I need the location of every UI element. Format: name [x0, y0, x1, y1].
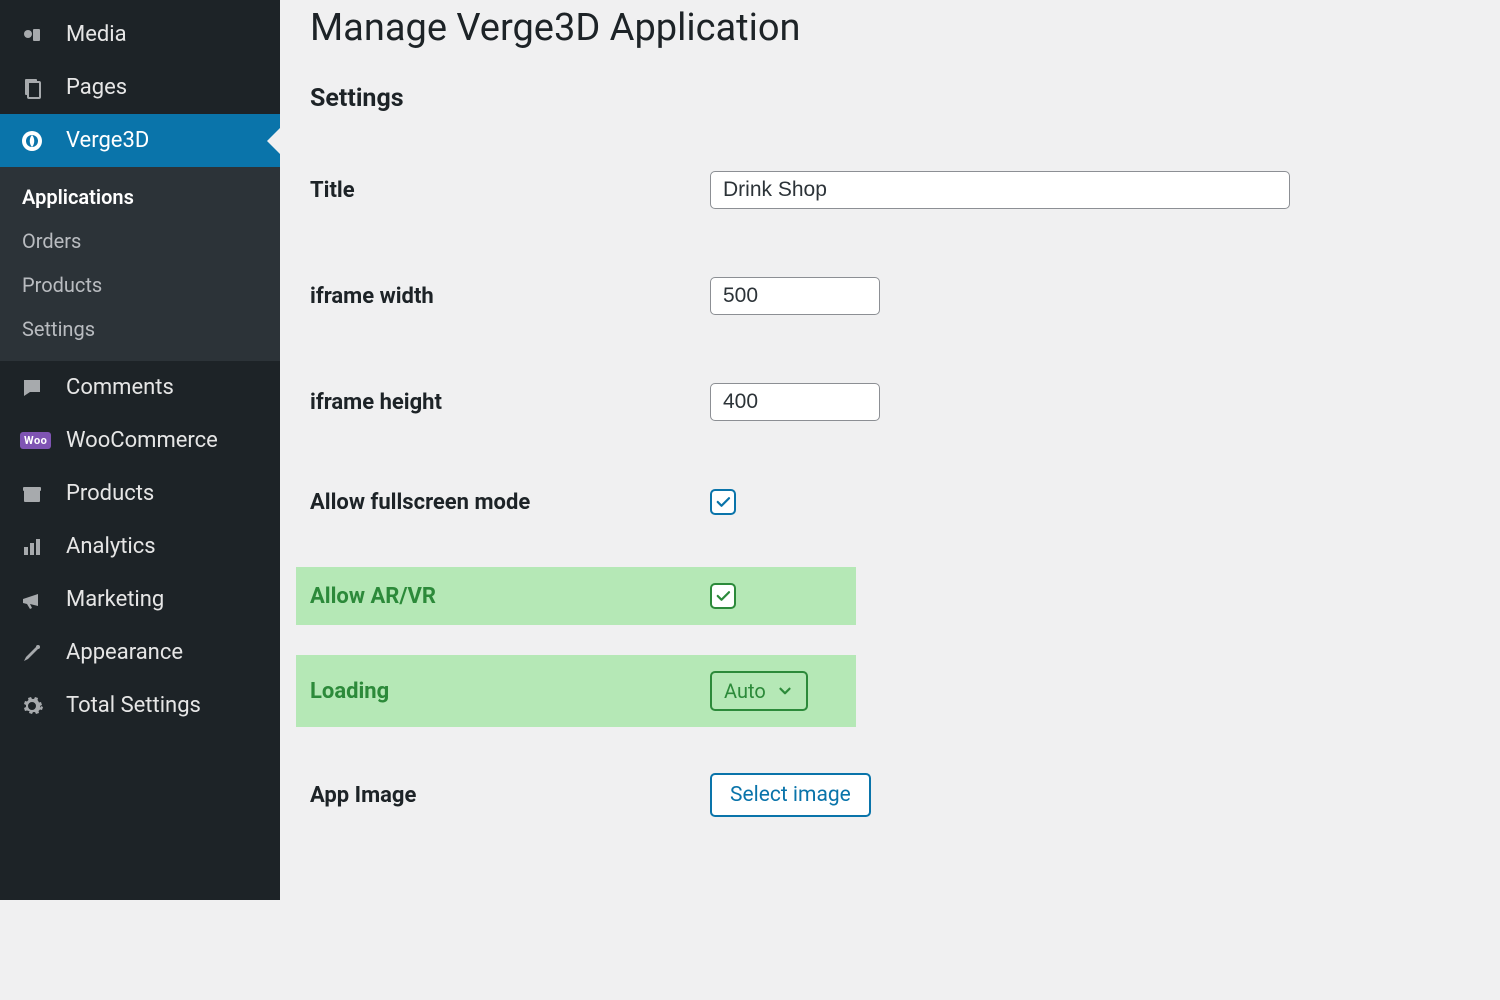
row-iframe-height: iframe height	[310, 367, 1320, 437]
checkbox-fullscreen[interactable]	[710, 489, 736, 515]
input-iframe-width[interactable]	[710, 277, 880, 315]
label-app-image: App Image	[310, 783, 710, 808]
label-fullscreen: Allow fullscreen mode	[310, 490, 710, 515]
sidebar-item-label: WooCommerce	[66, 428, 218, 453]
input-iframe-height[interactable]	[710, 383, 880, 421]
sidebar-item-label: Comments	[66, 375, 174, 400]
section-title: Settings	[310, 84, 1320, 113]
sidebar-sub-products[interactable]: Products	[0, 263, 280, 307]
input-title[interactable]	[710, 171, 1290, 209]
checkbox-arvr[interactable]	[710, 583, 736, 609]
label-loading: Loading	[310, 679, 710, 704]
gear-icon	[20, 694, 52, 718]
analytics-icon	[20, 535, 52, 559]
sidebar-item-label: Verge3D	[66, 128, 149, 153]
marketing-icon	[20, 588, 52, 612]
sidebar-item-label: Appearance	[66, 640, 183, 665]
sidebar-item-label: Total Settings	[66, 693, 201, 718]
products-icon	[20, 482, 52, 506]
sidebar-item-label: Marketing	[66, 587, 164, 612]
row-arvr: Allow AR/VR	[296, 567, 856, 625]
row-loading: Loading Auto	[296, 655, 856, 727]
sidebar-item-label: Products	[66, 481, 154, 506]
sidebar-item-woocommerce[interactable]: Woo WooCommerce	[0, 414, 280, 467]
sidebar-item-comments[interactable]: Comments	[0, 361, 280, 414]
check-icon	[714, 493, 732, 511]
row-iframe-width: iframe width	[310, 261, 1320, 331]
select-loading[interactable]: Auto	[710, 671, 808, 711]
sidebar-submenu-verge3d: Applications Orders Products Settings	[0, 167, 280, 361]
appearance-icon	[20, 641, 52, 665]
label-iframe-height: iframe height	[310, 390, 710, 415]
sidebar-item-marketing[interactable]: Marketing	[0, 573, 280, 626]
select-loading-value: Auto	[724, 679, 766, 703]
label-iframe-width: iframe width	[310, 284, 710, 309]
main-content: Manage Verge3D Application Settings Titl…	[280, 0, 1320, 900]
admin-sidebar: Media Pages Verge3D Applications Orders …	[0, 0, 280, 900]
sidebar-item-analytics[interactable]: Analytics	[0, 520, 280, 573]
select-image-button[interactable]: Select image	[710, 773, 871, 817]
media-icon	[20, 23, 52, 47]
woocommerce-icon: Woo	[20, 432, 52, 449]
row-app-image: App Image Select image	[310, 757, 1320, 833]
sidebar-item-label: Media	[66, 22, 127, 47]
row-fullscreen: Allow fullscreen mode	[310, 473, 1320, 531]
sidebar-sub-applications[interactable]: Applications	[0, 175, 280, 219]
check-icon	[714, 587, 732, 605]
sidebar-item-label: Analytics	[66, 534, 156, 559]
pages-icon	[20, 76, 52, 100]
sidebar-item-pages[interactable]: Pages	[0, 61, 280, 114]
sidebar-item-products[interactable]: Products	[0, 467, 280, 520]
comments-icon	[20, 376, 52, 400]
sidebar-sub-settings[interactable]: Settings	[0, 307, 280, 351]
sidebar-item-media[interactable]: Media	[0, 8, 280, 61]
sidebar-item-total-settings[interactable]: Total Settings	[0, 679, 280, 732]
sidebar-item-verge3d[interactable]: Verge3D	[0, 114, 280, 167]
sidebar-sub-orders[interactable]: Orders	[0, 219, 280, 263]
chevron-down-icon	[776, 682, 794, 700]
label-arvr: Allow AR/VR	[310, 584, 710, 609]
sidebar-item-label: Pages	[66, 75, 127, 100]
row-title: Title	[310, 155, 1320, 225]
label-title: Title	[310, 178, 710, 203]
sidebar-item-appearance[interactable]: Appearance	[0, 626, 280, 679]
page-title: Manage Verge3D Application	[310, 6, 1320, 50]
verge3d-icon	[20, 129, 52, 153]
